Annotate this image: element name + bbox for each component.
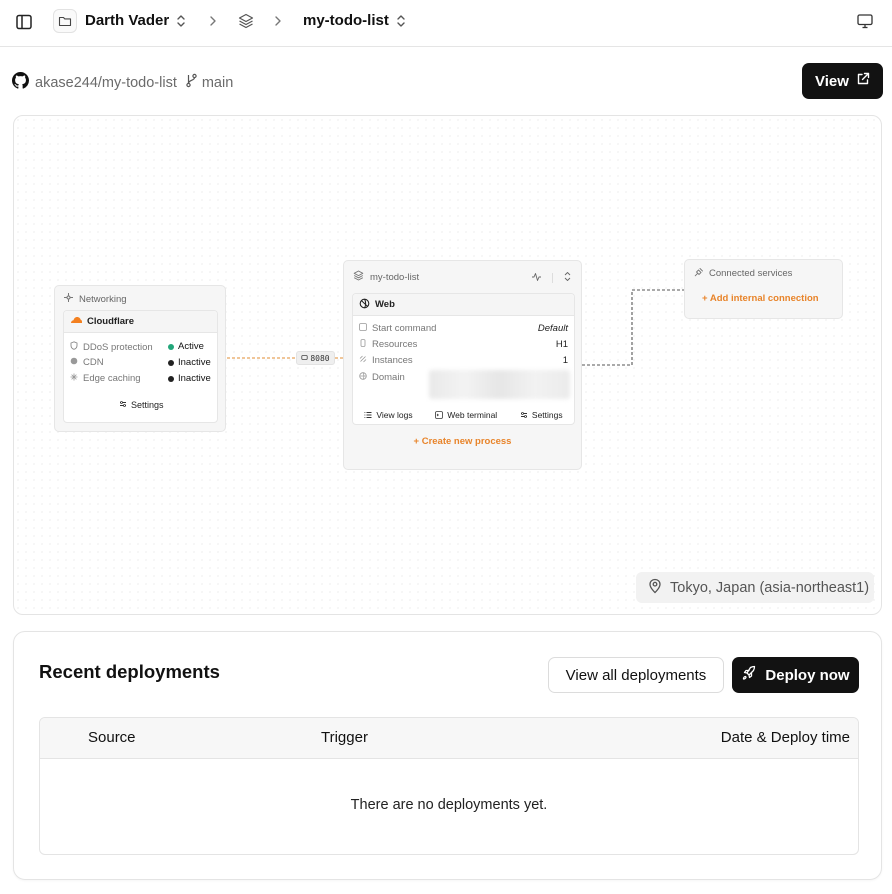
table-header: Source Trigger Date & Deploy time: [40, 718, 858, 759]
plug-icon: [694, 267, 704, 280]
cdn-status: Inactive: [168, 357, 211, 368]
create-process-button[interactable]: + Create new process: [344, 436, 581, 447]
connected-services-node[interactable]: Connected services + Add internal connec…: [684, 259, 843, 319]
rocket-icon: [741, 665, 757, 685]
edge-caching-row: Edge caching: [70, 373, 141, 384]
chevron-right-icon: [273, 13, 283, 34]
view-button[interactable]: View: [802, 63, 883, 99]
service-toolbar: [531, 269, 572, 287]
add-internal-connection-button[interactable]: + Add internal connection: [702, 293, 819, 304]
branch-name[interactable]: main: [202, 75, 233, 91]
edge-caching-status: Inactive: [168, 373, 211, 384]
repo-info: akase244/my-todo-list main: [12, 72, 233, 93]
service-actions: View logs Web terminal Settings: [353, 404, 574, 426]
terminal-icon: [435, 411, 444, 419]
networking-settings-button[interactable]: Settings: [119, 400, 164, 410]
ddos-status: Active: [168, 341, 204, 352]
monitor-icon[interactable]: [856, 12, 874, 35]
status-dot: [168, 375, 174, 382]
column-source: Source: [88, 729, 136, 746]
web-process-header: Web: [353, 294, 574, 316]
deployments-table: Source Trigger Date & Deploy time There …: [39, 717, 859, 855]
instances-row: Instances: [359, 355, 413, 366]
connected-services-title: Connected services: [694, 267, 792, 280]
view-logs-button[interactable]: View logs: [364, 410, 413, 420]
git-branch-icon: [185, 73, 198, 92]
network-icon: [63, 292, 74, 306]
map-pin-icon: [648, 578, 662, 598]
globe-icon: [359, 372, 367, 383]
networking-node[interactable]: Networking Cloudflare DDoS protection Ac…: [54, 285, 226, 432]
globe-icon: [70, 357, 78, 368]
expand-icon[interactable]: [563, 269, 572, 287]
repo-name[interactable]: akase244/my-todo-list: [35, 75, 177, 91]
deploy-now-button[interactable]: Deploy now: [732, 657, 859, 693]
external-link-icon: [856, 72, 870, 90]
cloudflare-header: Cloudflare: [64, 311, 217, 333]
org-name[interactable]: Darth Vader: [85, 12, 169, 29]
view-all-deployments-button[interactable]: View all deployments: [548, 657, 724, 693]
ddos-row: DDoS protection: [70, 341, 153, 353]
shield-icon: [70, 341, 78, 353]
sidebar-toggle-icon[interactable]: [14, 12, 34, 32]
port-badge: 8080: [296, 351, 335, 365]
networking-title: Networking: [63, 292, 127, 306]
toolbar-divider: [552, 273, 553, 283]
column-date-deploy-time: Date & Deploy time: [720, 729, 850, 746]
view-button-label: View: [815, 72, 849, 90]
web-process-panel: Web Start command Default Resources H1 I…: [352, 293, 575, 425]
cdn-row: CDN: [70, 357, 104, 368]
empty-state-text: There are no deployments yet.: [350, 797, 548, 813]
resources-value: H1: [555, 339, 568, 350]
instances-value: 1: [562, 355, 568, 366]
domain-row: Domain: [359, 372, 405, 383]
service-canvas[interactable]: Networking Cloudflare DDoS protection Ac…: [13, 115, 882, 615]
service-node[interactable]: my-todo-list Web Start command Default R…: [343, 260, 582, 470]
layers-icon: [237, 12, 255, 35]
service-settings-button[interactable]: Settings: [520, 410, 563, 420]
chevron-right-icon: [208, 13, 218, 34]
column-trigger: Trigger: [321, 729, 368, 746]
sparkle-icon: [70, 373, 78, 384]
settings-sliders-icon: [520, 412, 527, 418]
web-terminal-button[interactable]: Web terminal: [435, 410, 497, 420]
cloudflare-panel: Cloudflare DDoS protection Active CDN In…: [63, 310, 218, 423]
service-title: my-todo-list: [353, 270, 419, 284]
cloudflare-icon: [70, 316, 82, 327]
resources-row: Resources: [359, 339, 417, 350]
settings-sliders-icon: [119, 400, 127, 410]
list-icon: [364, 412, 372, 418]
status-dot: [168, 343, 174, 350]
region-badge: Tokyo, Japan (asia-northeast1): [636, 572, 874, 603]
project-switcher-icon[interactable]: [395, 12, 407, 35]
top-bar: Darth Vader my-todo-list: [0, 0, 892, 47]
status-dot: [168, 359, 174, 366]
recent-deployments-title: Recent deployments: [39, 661, 220, 682]
instances-icon: [359, 355, 367, 366]
cpu-icon: [359, 339, 367, 350]
layers-icon: [353, 270, 364, 284]
github-icon: [12, 72, 29, 93]
recent-deployments-card: Recent deployments View all deployments …: [13, 631, 882, 880]
project-name[interactable]: my-todo-list: [303, 12, 389, 29]
port-icon: [301, 354, 308, 363]
domain-value-redacted: [429, 370, 570, 399]
folder-icon: [53, 9, 77, 33]
globe-icon: [359, 298, 370, 312]
activity-icon[interactable]: [531, 269, 542, 287]
start-command-value: Default: [537, 323, 568, 334]
start-command-row: Start command: [359, 323, 436, 334]
org-switcher-icon[interactable]: [175, 12, 187, 35]
terminal-icon: [359, 323, 367, 334]
